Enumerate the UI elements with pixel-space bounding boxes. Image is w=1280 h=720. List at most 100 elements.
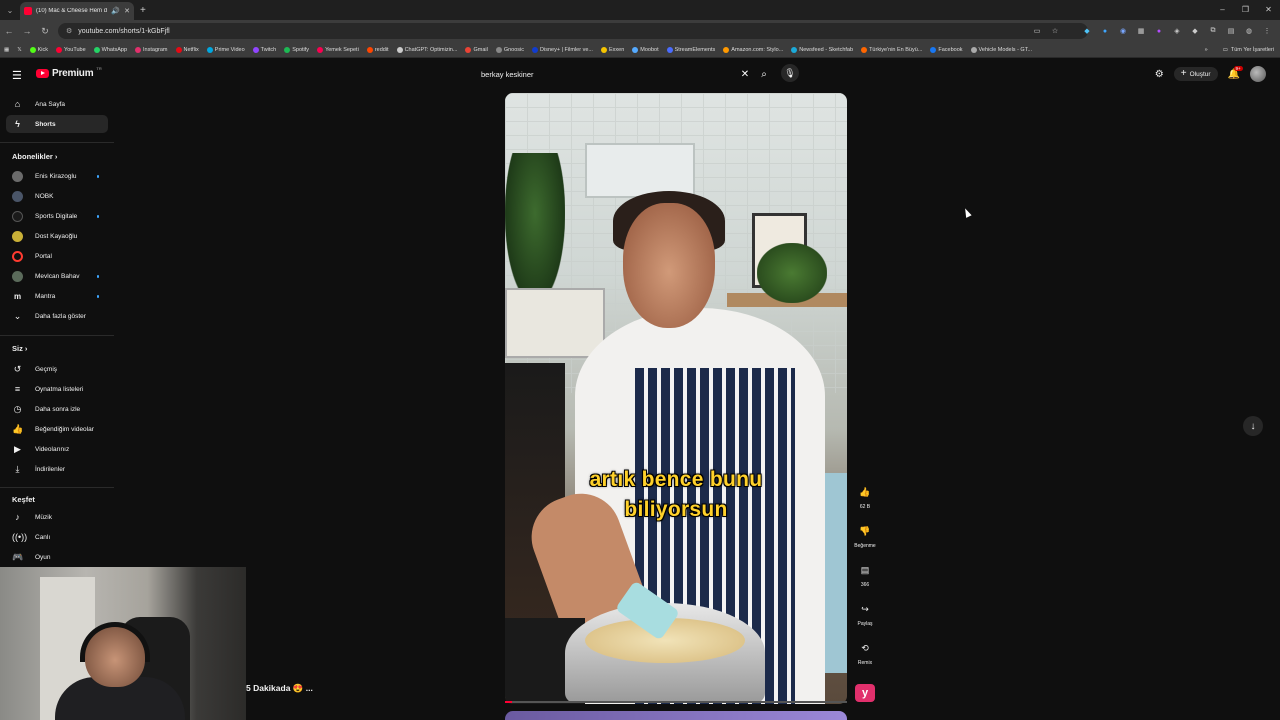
bookmark-item[interactable]: ChatGPT: Optimizin... — [396, 46, 457, 53]
sidebar-item-liked-videos[interactable]: 👍 Beğendiğim videolar — [6, 420, 108, 438]
arrow-down-icon[interactable]: ↓ — [1243, 416, 1263, 436]
sidebar-item-subscription[interactable]: Enis Kirazoglu — [6, 167, 108, 185]
bookmark-item[interactable]: Instagram — [135, 46, 168, 53]
bookmark-item[interactable]: Netflix — [175, 46, 199, 53]
logo-text: Premium — [52, 68, 94, 79]
all-bookmarks[interactable]: » ▭ Tüm Yer İşaretleri — [1204, 42, 1274, 57]
short-title[interactable]: 5 Dakikada 😍 ... — [246, 683, 313, 694]
sidebar-item-history[interactable]: ↺ Geçmiş — [6, 360, 108, 378]
extension-6-icon[interactable]: ◈ — [1170, 24, 1184, 38]
new-tab-button[interactable]: + — [140, 5, 146, 16]
share-button[interactable]: ↪ Paylaş — [853, 599, 877, 628]
create-button[interactable]: + Oluştur — [1173, 67, 1218, 81]
profile-icon[interactable]: ◍ — [1242, 24, 1256, 38]
sidebar-item-shorts[interactable]: ϟ Shorts — [6, 115, 108, 133]
next-short-preview[interactable] — [505, 711, 847, 720]
bookmark-item[interactable]: Newsfeed - Sketchfab — [791, 46, 853, 53]
comment-button[interactable]: ▤ 366 — [853, 560, 877, 589]
sidebar-item-gaming[interactable]: 🎮 Oyun — [6, 548, 108, 566]
bookmark-item[interactable]: Vehicle Models - GT... — [970, 46, 1032, 53]
extension-3-icon[interactable]: ◉ — [1116, 24, 1130, 38]
address-bar[interactable]: ⚙ youtube.com/shorts/1-kGbFjfl — [58, 23, 1088, 39]
sidebar-item-home[interactable]: ⌂ Ana Sayfa — [6, 95, 108, 113]
sidebar-item-subscription[interactable]: Portal — [6, 247, 108, 265]
sidebar-item-subscription[interactable]: m Mantra — [6, 287, 108, 305]
bookmark-item[interactable]: Gmail — [465, 46, 488, 53]
bookmark-star-icon[interactable]: ☆ — [1048, 24, 1062, 38]
sidebar-item-subscription[interactable]: NOBK — [6, 187, 108, 205]
extension-4-icon[interactable]: ▦ — [1134, 24, 1148, 38]
close-window-button[interactable]: ✕ — [1257, 0, 1280, 20]
x-bookmark-icon[interactable]: 𝕏 — [17, 47, 21, 53]
short-video-player[interactable]: artık bence bunu biliyorsun — [505, 93, 847, 704]
sidebar-item-playlists[interactable]: ≡ Oynatma listeleri — [6, 380, 108, 398]
sidebar-item-subscription[interactable]: Dost Kayaoğlu — [6, 227, 108, 245]
bookmark-item[interactable]: Türkiye'nin En Büyü... — [861, 46, 922, 53]
bookmark-item[interactable]: Prime Video — [206, 46, 245, 53]
extension-7-icon[interactable]: ◆ — [1188, 24, 1202, 38]
tab-search-icon[interactable]: ⌄ — [0, 0, 20, 20]
youtube-play-icon — [36, 69, 49, 78]
extension-1-icon[interactable]: ◆ — [1080, 24, 1094, 38]
extension-2-icon[interactable]: ● — [1098, 24, 1112, 38]
sidebar-item-subscription[interactable]: Mevlcan Bahav — [6, 267, 108, 285]
site-info-icon[interactable]: ⚙ — [66, 27, 72, 35]
clear-search-icon[interactable]: ✕ — [736, 69, 754, 80]
channel-badge-icon[interactable]: y — [855, 684, 875, 702]
browser-menu-icon[interactable]: ⋮ — [1260, 24, 1274, 38]
bookmark-item[interactable]: Disney+ | Filmler ve... — [532, 46, 593, 53]
tab-title: (10) Mac & Cheese Hem di — [36, 8, 108, 14]
sidebar-item-downloads[interactable]: ⤓ İndirilenler — [6, 460, 108, 478]
forward-button[interactable]: → — [18, 26, 36, 36]
apps-icon[interactable]: ▦ — [4, 47, 9, 53]
subscriptions-heading[interactable]: Abonelikler › — [12, 152, 57, 161]
bookmark-item[interactable]: StreamElements — [666, 46, 715, 53]
bookmark-item[interactable]: Exxen — [600, 46, 624, 53]
bookmark-item[interactable]: Moobot — [632, 46, 659, 53]
sidebar-item-watch-later[interactable]: ◷ Daha sonra izle — [6, 400, 108, 418]
bookmark-item[interactable]: Yemek Sepeti — [317, 46, 359, 53]
sidebar-item-label: Mantra — [35, 292, 56, 300]
audio-playing-icon[interactable]: 🔊 — [111, 7, 120, 15]
extensions-puzzle-icon[interactable]: ⧉ — [1206, 24, 1220, 38]
browser-tab[interactable]: (10) Mac & Cheese Hem di 🔊 ✕ — [20, 2, 134, 20]
bookmark-item[interactable]: YouTube — [56, 46, 86, 53]
studio-icon[interactable]: ⚙ — [1155, 69, 1164, 80]
sidebar-item-subscription[interactable]: Sports Digitale — [6, 207, 108, 225]
close-tab-icon[interactable]: ✕ — [124, 7, 130, 15]
bookmark-item[interactable]: WhatsApp — [93, 46, 127, 53]
sidebar-item-live[interactable]: ((•)) Canlı — [6, 528, 108, 546]
bookmark-item[interactable]: Gnoosic — [495, 46, 524, 53]
bookmark-item[interactable]: Amazon.com: Stylo... — [723, 46, 783, 53]
maximize-button[interactable]: ❐ — [1234, 0, 1257, 20]
dislike-button[interactable]: 👎 Beğenme — [853, 521, 877, 550]
account-avatar[interactable] — [1250, 66, 1266, 82]
like-button[interactable]: 👍 62 B — [853, 482, 877, 511]
video-progress-bar[interactable] — [505, 701, 847, 703]
side-panel-icon[interactable]: ▤ — [1224, 24, 1238, 38]
extension-5-icon[interactable]: ● — [1152, 24, 1166, 38]
channel-avatar — [12, 250, 23, 262]
reload-button[interactable]: ↻ — [36, 26, 54, 37]
sidebar-item-show-more[interactable]: ⌄ Daha fazla göster — [6, 307, 108, 325]
bookmark-item[interactable]: Twitch — [252, 46, 276, 53]
voice-search-icon[interactable]: 🎙 — [781, 64, 799, 82]
divider — [0, 487, 114, 488]
search-input[interactable]: berkay keskiner — [474, 70, 736, 79]
menu-icon[interactable]: ☰ — [12, 69, 22, 82]
minimize-button[interactable]: – — [1211, 0, 1234, 20]
back-button[interactable]: ← — [0, 26, 18, 36]
youtube-header: ☰ Premium TR berkay keskiner ✕ ⌕ 🎙 ⚙ + O… — [0, 58, 1280, 90]
you-heading[interactable]: Siz › — [12, 344, 27, 353]
bookmark-item[interactable]: reddit — [366, 46, 389, 53]
sidebar-item-your-videos[interactable]: ▶ Videolarınız — [6, 440, 108, 458]
sidebar-item-music[interactable]: ♪ Müzik — [6, 508, 108, 526]
bookmark-item[interactable]: Kick — [29, 46, 48, 53]
search-icon[interactable]: ⌕ — [754, 69, 774, 80]
bookmark-item[interactable]: Facebook — [930, 46, 963, 53]
notifications-icon[interactable]: 🔔 9+ — [1228, 65, 1243, 80]
youtube-logo[interactable]: Premium TR — [36, 66, 102, 79]
remix-button[interactable]: ⟲ Remix — [853, 638, 877, 667]
install-app-icon[interactable]: ▭ — [1030, 24, 1044, 38]
bookmark-item[interactable]: Spotify — [284, 46, 309, 53]
